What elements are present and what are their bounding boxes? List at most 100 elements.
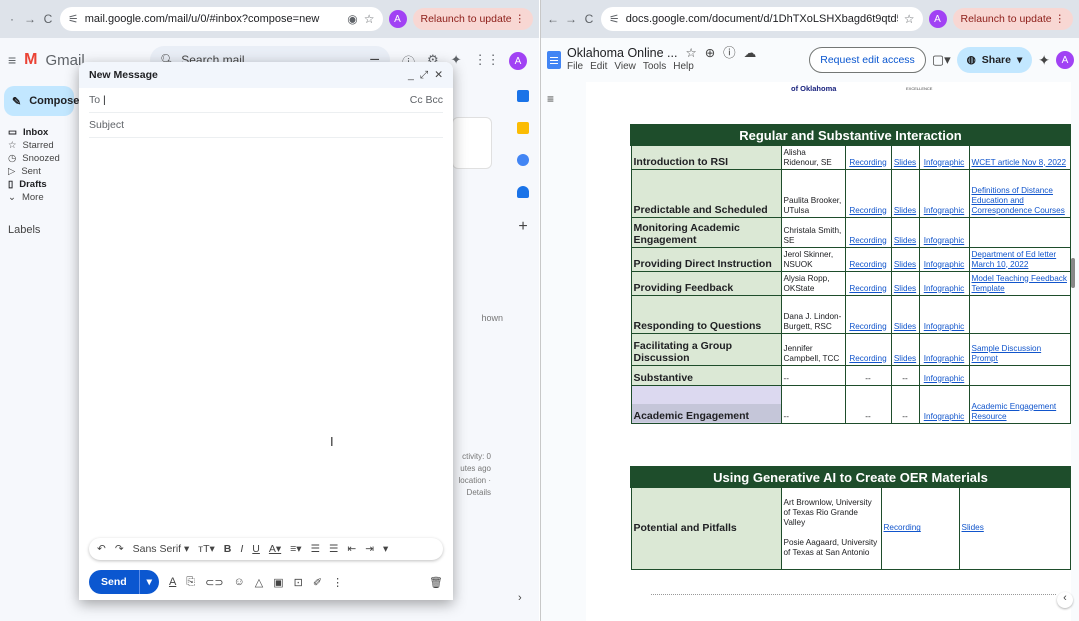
cloud-icon[interactable]: ☁ — [744, 47, 757, 60]
docs-logo-icon[interactable] — [547, 51, 561, 69]
slides-link[interactable]: Slides — [894, 158, 916, 167]
doc-title[interactable]: Oklahoma Online ... — [567, 47, 677, 60]
gmail-logo-icon[interactable]: M — [24, 51, 37, 69]
bookmark-star-icon[interactable]: ☆ — [904, 12, 915, 26]
link-icon[interactable]: ⊂⊃ — [205, 576, 223, 589]
back-icon[interactable]: · — [6, 12, 18, 26]
more-formatting-icon[interactable]: ▾ — [383, 543, 388, 555]
bold-icon[interactable]: B — [224, 543, 232, 555]
recording-link[interactable]: Recording — [849, 322, 886, 331]
profile-avatar[interactable]: A — [388, 10, 407, 28]
slides-link[interactable]: Slides — [894, 354, 916, 363]
recording-link[interactable]: Recording — [849, 260, 886, 269]
profile-avatar[interactable]: A — [928, 10, 947, 28]
resource-link[interactable]: Department of Ed letter March 10, 2022 — [972, 250, 1057, 269]
recording-link[interactable]: Recording — [849, 284, 886, 293]
cc-bcc-link[interactable]: Cc Bcc — [410, 94, 443, 106]
menu-view[interactable]: View — [614, 60, 636, 73]
emoji-icon[interactable]: ☺ — [234, 576, 245, 588]
sidebar-item-more[interactable]: ⌄ More — [0, 191, 78, 204]
infographic-link[interactable]: Infographic — [924, 206, 965, 215]
recording-link[interactable]: Recording — [849, 206, 886, 215]
expand-panel-icon[interactable]: › — [518, 592, 522, 604]
indent-more-icon[interactable]: ⇥ — [365, 543, 374, 555]
infographic-link[interactable]: Infographic — [924, 284, 965, 293]
discard-icon[interactable]: 🗑︎ — [429, 576, 443, 589]
menu-tools[interactable]: Tools — [643, 60, 666, 73]
relaunch-button[interactable]: Relaunch to update ⋮ — [412, 8, 533, 30]
info-icon[interactable]: ⓘ — [723, 47, 736, 60]
bookmark-star-icon[interactable]: ☆ — [364, 12, 375, 26]
more-options-icon[interactable]: ⋮ — [332, 576, 343, 589]
message-body[interactable] — [79, 138, 453, 528]
bulleted-list-icon[interactable]: ☰ — [329, 543, 338, 555]
align-icon[interactable]: ≡▾ — [290, 543, 301, 555]
compose-button[interactable]: ✎ Compose — [4, 86, 79, 116]
relaunch-button[interactable]: Relaunch to update ⋮ — [952, 8, 1073, 30]
subject-field[interactable]: Subject — [89, 113, 443, 138]
slides-link[interactable]: Slides — [894, 236, 916, 245]
infographic-link[interactable]: Infographic — [924, 374, 965, 383]
site-info-icon[interactable]: ⚟ — [68, 12, 79, 26]
menu-file[interactable]: File — [567, 60, 583, 73]
docs-address-bar[interactable]: ⚟ docs.google.com/document/d/1DhTXoLSHXb… — [601, 7, 923, 31]
menu-help[interactable]: Help — [673, 60, 694, 73]
slides-link[interactable]: Slides — [894, 206, 916, 215]
underline-icon[interactable]: U — [252, 543, 260, 555]
reload-icon[interactable]: C — [583, 12, 595, 26]
signature-icon[interactable]: ✐ — [313, 576, 322, 589]
infographic-link[interactable]: Infographic — [924, 260, 965, 269]
request-edit-button[interactable]: Request edit access — [809, 47, 926, 73]
close-icon[interactable]: ✕ — [434, 69, 443, 82]
calendar-icon[interactable] — [517, 90, 529, 102]
drive-icon[interactable]: △ — [255, 576, 263, 589]
sidebar-item-sent[interactable]: ▷ Sent — [0, 165, 78, 178]
text-color-icon[interactable]: A▾ — [269, 543, 281, 555]
attach-icon[interactable]: ⎘ — [186, 576, 195, 589]
resource-link[interactable]: Sample Discussion Prompt — [972, 344, 1042, 363]
recording-link[interactable]: Recording — [849, 158, 886, 167]
infographic-link[interactable]: Infographic — [924, 412, 965, 421]
infographic-link[interactable]: Infographic — [924, 354, 965, 363]
site-info-icon[interactable]: ⚟ — [609, 12, 620, 26]
gmail-address-bar[interactable]: ⚟ mail.google.com/mail/u/0/#inbox?compos… — [60, 7, 383, 31]
recording-link[interactable]: Recording — [849, 354, 886, 363]
collapse-panel-icon[interactable]: ‹ — [1057, 592, 1073, 608]
resource-link[interactable]: Model Teaching Feedback Template — [972, 274, 1067, 293]
keep-icon[interactable] — [517, 122, 529, 134]
numbered-list-icon[interactable]: ☰ — [311, 543, 320, 555]
sidebar-item-starred[interactable]: ☆ Starred — [0, 139, 78, 152]
infographic-link[interactable]: Infographic — [924, 322, 965, 331]
infographic-link[interactable]: Infographic — [924, 158, 965, 167]
fullscreen-icon[interactable]: ⤢ — [420, 69, 428, 82]
move-icon[interactable]: ⊕ — [705, 47, 715, 60]
tasks-icon[interactable] — [517, 154, 529, 166]
infographic-link[interactable]: Infographic — [924, 236, 965, 245]
slides-link[interactable]: Slides — [894, 260, 916, 269]
sidebar-item-inbox[interactable]: ▭ Inbox — [0, 126, 78, 139]
docs-account-avatar[interactable]: A — [1056, 51, 1074, 69]
add-addon-icon[interactable]: + — [518, 218, 527, 236]
minimize-icon[interactable]: _ — [408, 69, 414, 82]
recording-link[interactable]: Recording — [849, 236, 886, 245]
outline-icon[interactable]: ≡ — [547, 92, 554, 106]
gmail-account-avatar[interactable]: A — [509, 52, 527, 70]
gemini-icon[interactable]: ✦ — [1038, 52, 1050, 69]
slides-link[interactable]: Slides — [894, 284, 916, 293]
contacts-icon[interactable] — [517, 186, 529, 198]
to-field[interactable]: To | Cc Bcc — [89, 88, 443, 113]
resource-link[interactable]: WCET article Nov 8, 2022 — [972, 158, 1067, 167]
sidebar-item-snoozed[interactable]: ◷ Snoozed — [0, 152, 78, 165]
italic-icon[interactable]: I — [240, 543, 243, 555]
slides-link[interactable]: Slides — [962, 523, 984, 532]
undo-icon[interactable]: ↶ — [97, 543, 106, 555]
apps-icon[interactable]: ⋮⋮ — [474, 52, 500, 71]
resource-link[interactable]: Academic Engagement Resource — [972, 402, 1057, 421]
sidebar-item-drafts[interactable]: ▯ Drafts — [0, 178, 78, 191]
schedule-send-icon[interactable]: ▾ — [140, 576, 159, 588]
star-icon[interactable]: ☆ — [685, 47, 696, 60]
details-link[interactable]: Details — [467, 488, 491, 497]
photo-icon[interactable]: ▣ — [273, 576, 283, 589]
font-select[interactable]: Sans Serif ▾ — [133, 543, 190, 555]
share-button[interactable]: ◍ Share ▾ — [956, 47, 1033, 73]
